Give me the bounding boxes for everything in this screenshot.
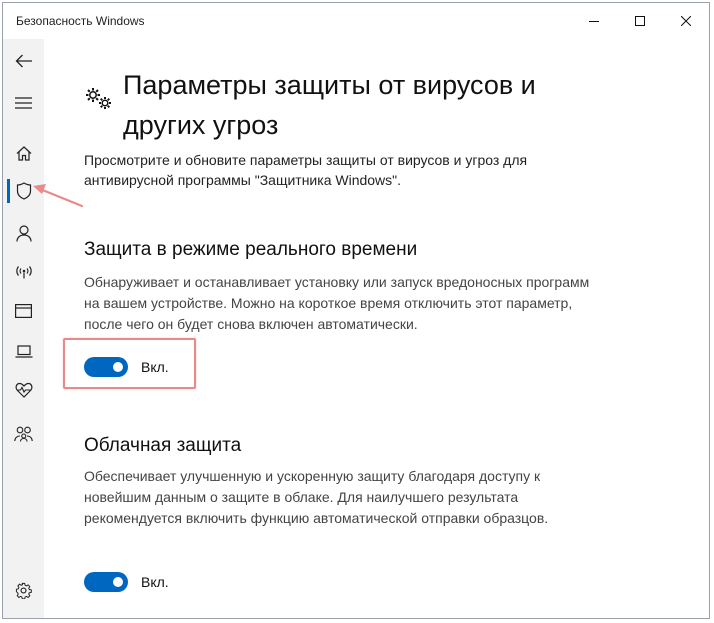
minimize-icon <box>589 21 599 22</box>
cloud-protection-toggle-row[interactable]: Вкл. <box>84 571 169 593</box>
page-title: Параметры защиты от вирусов и других угр… <box>123 70 536 140</box>
hamburger-menu-icon <box>15 97 32 109</box>
maximize-button[interactable] <box>617 3 663 39</box>
settings-gears-icon <box>86 88 111 109</box>
app-window: Безопасность Windows Параметры защиты от… <box>2 2 710 619</box>
annotation-arrow-icon <box>33 184 84 208</box>
sidebar-item-device-health[interactable] <box>3 372 44 408</box>
close-icon <box>681 16 691 26</box>
sidebar-item-firewall[interactable] <box>3 254 44 290</box>
menu-button[interactable] <box>3 85 44 121</box>
annotation-highlight-box <box>63 338 196 389</box>
content-area: Параметры защиты от вирусов и других угр… <box>44 39 697 618</box>
cloud-protection-toggle[interactable] <box>84 572 128 592</box>
wireless-icon <box>15 266 32 279</box>
cloud-protection-description: Обеспечивает улучшенную и ускоренную защ… <box>84 468 549 526</box>
sidebar-item-settings[interactable] <box>3 572 44 608</box>
gear-icon <box>15 582 32 599</box>
sidebar-item-account[interactable] <box>3 215 44 251</box>
back-arrow-icon <box>15 54 32 68</box>
cloud-protection-title: Облачная защита <box>84 435 242 456</box>
laptop-icon <box>15 344 32 358</box>
page-description: Просмотрите и обновите параметры защиты … <box>84 152 528 188</box>
back-button[interactable] <box>3 43 44 79</box>
close-button[interactable] <box>663 3 709 39</box>
realtime-protection-title: Защита в режиме реального времени <box>84 239 418 260</box>
active-indicator <box>7 179 10 203</box>
sidebar-item-home[interactable] <box>3 135 44 171</box>
home-icon <box>16 145 31 161</box>
sidebar-item-family[interactable] <box>3 416 44 452</box>
cloud-protection-toggle-label: Вкл. <box>141 574 169 590</box>
title-bar[interactable]: Безопасность Windows <box>3 3 709 39</box>
sidebar <box>3 39 44 618</box>
window-title: Безопасность Windows <box>16 14 145 28</box>
sidebar-item-app-browser[interactable] <box>3 293 44 329</box>
person-icon <box>15 224 32 242</box>
sidebar-item-device-security[interactable] <box>3 333 44 369</box>
heart-pulse-icon <box>15 382 32 398</box>
family-icon <box>14 426 33 442</box>
minimize-button[interactable] <box>571 3 617 39</box>
maximize-icon <box>635 16 645 26</box>
app-browser-icon <box>15 304 32 318</box>
toggle-knob <box>113 577 123 587</box>
realtime-protection-description: Обнаруживает и останавливает установку и… <box>84 274 590 332</box>
scrollbar-track[interactable] <box>697 39 709 618</box>
